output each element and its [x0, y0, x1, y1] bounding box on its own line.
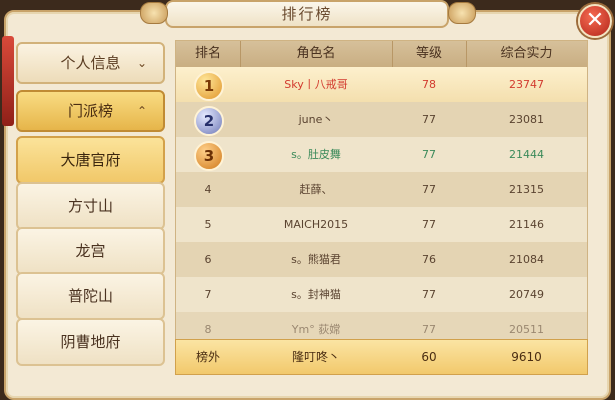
self-name: 隆叮咚丶	[291, 350, 340, 364]
column-header-name: 角色名	[296, 46, 336, 61]
faction-tab-yincao[interactable]: 阴曹地府	[16, 318, 165, 366]
player-rank: 4	[204, 183, 212, 196]
faction-tab-fangcun[interactable]: 方寸山	[16, 182, 165, 230]
self-rank-row: 榜外 隆叮咚丶 60 9610	[175, 339, 588, 375]
player-power: 21444	[509, 148, 544, 161]
player-rank: 7	[204, 288, 212, 301]
rank-medal-gold-icon: 1	[194, 71, 224, 101]
table-row[interactable]: 6 s。熊猫君 76 21084	[176, 242, 587, 277]
close-icon: ✕	[585, 8, 605, 33]
player-name: MAICH2015	[283, 218, 349, 231]
player-level: 77	[422, 148, 436, 161]
self-rank: 榜外	[195, 350, 220, 364]
player-name: 赶薛、	[299, 183, 333, 196]
ranking-table: 排名 角色名 等级 综合实力 1 Sky丨八戒哥 78 23747 2 june…	[175, 40, 588, 374]
player-name: s。肚皮舞	[291, 148, 341, 161]
column-header-level: 等级	[415, 46, 442, 61]
table-row[interactable]: 5 MAICH2015 77 21146	[176, 207, 587, 242]
faction-tab-label: 方寸山	[67, 197, 113, 215]
title-ornament-right	[448, 2, 476, 24]
faction-tab-label: 大唐官府	[60, 151, 121, 169]
close-button[interactable]: ✕	[578, 4, 612, 38]
table-row[interactable]: 4 赶薛、 77 21315	[176, 172, 587, 207]
column-header-rank: 排名	[194, 46, 221, 61]
personal-info-label: 个人信息	[60, 54, 121, 72]
faction-tab-datang[interactable]: 大唐官府	[16, 136, 165, 184]
title-ornament-left	[140, 2, 168, 24]
player-level: 77	[422, 288, 436, 301]
player-level: 77	[422, 113, 436, 126]
chevron-down-icon: ⌄	[136, 56, 147, 70]
player-name: june丶	[298, 113, 334, 126]
faction-tab-label: 阴曹地府	[60, 333, 121, 351]
self-level: 60	[421, 350, 437, 364]
faction-tab-putuo[interactable]: 普陀山	[16, 272, 165, 320]
player-level: 77	[422, 218, 436, 231]
faction-rank-button[interactable]: 门派榜 ⌃	[16, 90, 165, 132]
player-rank: 5	[204, 218, 212, 231]
side-decoration	[2, 36, 14, 126]
table-header: 排名 角色名 等级 综合实力	[176, 41, 587, 67]
player-name: s。熊猫君	[291, 253, 341, 266]
faction-rank-label: 门派榜	[67, 102, 113, 120]
table-row[interactable]: 1 Sky丨八戒哥 78 23747	[176, 67, 587, 102]
rank-medal-silver-icon: 2	[194, 106, 224, 136]
table-row[interactable]: 3 s。肚皮舞 77 21444	[176, 137, 587, 172]
player-power: 21146	[509, 218, 544, 231]
player-power: 23747	[509, 78, 544, 91]
column-header-power: 综合实力	[500, 46, 553, 61]
player-power: 21084	[509, 253, 544, 266]
player-level: 77	[422, 183, 436, 196]
personal-info-button[interactable]: 个人信息 ⌄	[16, 42, 165, 84]
faction-tab-label: 龙宫	[75, 242, 106, 260]
table-row[interactable]: 7 s。封神猫 77 20749	[176, 277, 587, 312]
table-row[interactable]: 2 june丶 77 23081	[176, 102, 587, 137]
faction-tab-label: 普陀山	[67, 287, 113, 305]
rank-medal-bronze-icon: 3	[194, 141, 224, 171]
chevron-up-icon: ⌃	[136, 104, 147, 118]
faction-tab-longgong[interactable]: 龙宫	[16, 227, 165, 275]
player-rank: 6	[204, 253, 212, 266]
self-power: 9610	[511, 350, 542, 364]
player-power: 21315	[509, 183, 544, 196]
window-title: 排行榜	[165, 0, 449, 28]
player-name: s。封神猫	[291, 288, 341, 301]
player-level: 76	[422, 253, 436, 266]
player-level: 78	[422, 78, 436, 91]
player-name: Sky丨八戒哥	[284, 78, 348, 91]
player-power: 23081	[509, 113, 544, 126]
player-power: 20749	[509, 288, 544, 301]
